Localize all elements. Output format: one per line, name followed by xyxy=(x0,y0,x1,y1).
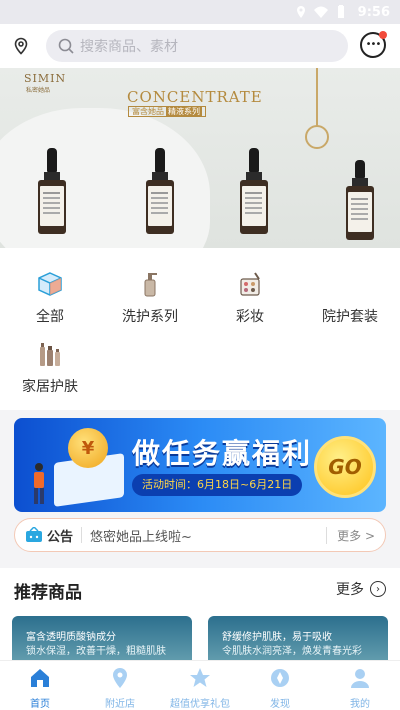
category-label: 家居护肤 xyxy=(22,379,78,395)
banner-tagline-a: 富含她品 xyxy=(132,107,164,116)
tab-label: 首页 xyxy=(30,699,50,710)
category-home-care[interactable]: 家居护肤 xyxy=(0,340,100,396)
location-status-icon xyxy=(296,6,305,18)
discover-icon xyxy=(271,669,289,687)
category-label: 洗护系列 xyxy=(122,309,178,325)
user-icon xyxy=(351,669,369,688)
chevron-right-icon: › xyxy=(370,581,386,597)
product-card-line2: 锁水保湿，改善干燥，粗糙肌肤 xyxy=(26,646,166,657)
search-input[interactable]: 搜索商品、素材 xyxy=(46,30,348,62)
bottom-tab-bar: 首页 附近店 超值优享礼包 发现 我的 xyxy=(0,660,400,710)
product-card-line1: 舒缓修护肌肤，易于吸收 xyxy=(222,632,332,643)
go-button[interactable]: GO xyxy=(314,436,376,498)
search-header: 搜索商品、素材 ••• xyxy=(0,24,400,68)
tab-home[interactable]: 首页 xyxy=(0,661,80,710)
chat-bubble-icon: ••• xyxy=(365,39,382,50)
bottles-icon xyxy=(36,340,64,368)
announcement-title: 公告 xyxy=(47,529,74,545)
category-label: 院护套装 xyxy=(322,309,378,325)
gold-ring-decoration xyxy=(305,125,329,149)
unread-badge xyxy=(379,31,387,39)
more-label: 更多 xyxy=(336,582,364,598)
ring-string xyxy=(316,68,318,126)
tab-label: 我的 xyxy=(350,699,370,710)
category-clinic-kit[interactable]: 院护套装 xyxy=(300,270,400,326)
category-wash-care[interactable]: 洗护系列 xyxy=(100,270,200,326)
banner-brand-sub: 私密她品 xyxy=(26,87,51,94)
tab-profile[interactable]: 我的 xyxy=(320,661,400,710)
serum-bottle xyxy=(38,148,66,234)
makeup-palette-icon xyxy=(236,270,264,298)
announcement-more-link[interactable]: 更多 > xyxy=(326,526,375,544)
tab-label: 附近店 xyxy=(105,699,135,710)
recommended-more-link[interactable]: 更多 › xyxy=(336,579,386,599)
tab-nearby[interactable]: 附近店 xyxy=(80,661,160,710)
wifi-icon xyxy=(313,6,328,18)
search-placeholder: 搜索商品、素材 xyxy=(80,39,178,55)
tab-discover[interactable]: 发现 xyxy=(240,661,320,710)
person-illustration xyxy=(34,463,44,504)
banner-background-shape xyxy=(0,108,210,248)
product-card-line2: 令肌肤水润亮泽，焕发青春光彩 xyxy=(222,646,362,657)
banner-tagline-b: 精液系列 xyxy=(166,107,202,116)
pump-bottle-icon xyxy=(136,270,164,298)
message-button[interactable]: ••• xyxy=(360,31,387,58)
status-bar: 9:56 xyxy=(0,0,400,24)
task-reward-banner[interactable]: ¥ 做任务赢福利 活动时间：6月18日~6月21日 GO xyxy=(14,418,386,512)
hero-banner[interactable]: SIMIN 私密她品 CONCENTRATE 富含她品 精液系列 xyxy=(0,68,400,248)
divider xyxy=(81,527,83,543)
banner-tagline: 富含她品 精液系列 xyxy=(128,106,206,117)
banner-brand-logo: SIMIN xyxy=(24,72,67,85)
promo-date: 活动时间：6月18日~6月21日 xyxy=(132,474,303,496)
tab-label: 超值优享礼包 xyxy=(170,699,230,710)
announcement-icon xyxy=(26,527,42,542)
announcement-text[interactable]: 悠密她品上线啦~ xyxy=(90,526,326,545)
category-label: 全部 xyxy=(36,309,64,325)
promo-title: 做任务赢福利 xyxy=(132,437,313,470)
category-grid: 全部 洗护系列 彩妆 院护套装 家居护肤 xyxy=(0,248,400,410)
tab-gift-pack[interactable]: 超值优享礼包 xyxy=(160,661,240,710)
banner-headline: CONCENTRATE xyxy=(127,88,263,106)
map-pin-icon xyxy=(113,668,127,688)
home-icon xyxy=(31,669,49,687)
category-all[interactable]: 全部 xyxy=(0,270,100,326)
category-makeup[interactable]: 彩妆 xyxy=(200,270,300,326)
product-card-line1: 富含透明质酸钠成分 xyxy=(26,632,116,643)
tab-label: 发现 xyxy=(270,699,290,710)
star-icon xyxy=(190,668,210,687)
battery-icon xyxy=(337,5,344,18)
serum-bottle xyxy=(346,160,374,240)
kit-icon xyxy=(336,270,364,298)
location-icon[interactable] xyxy=(10,35,32,57)
serum-bottle xyxy=(240,148,268,234)
category-label: 彩妆 xyxy=(236,309,264,325)
serum-bottle xyxy=(146,148,174,234)
coin-icon: ¥ xyxy=(68,428,108,468)
search-icon xyxy=(58,38,74,54)
status-time: 9:56 xyxy=(357,4,390,20)
announcement-bar[interactable]: 公告 悠密她品上线啦~ 更多 > xyxy=(14,518,386,552)
section-title: 推荐商品 xyxy=(14,583,82,603)
cube-icon xyxy=(36,270,64,298)
